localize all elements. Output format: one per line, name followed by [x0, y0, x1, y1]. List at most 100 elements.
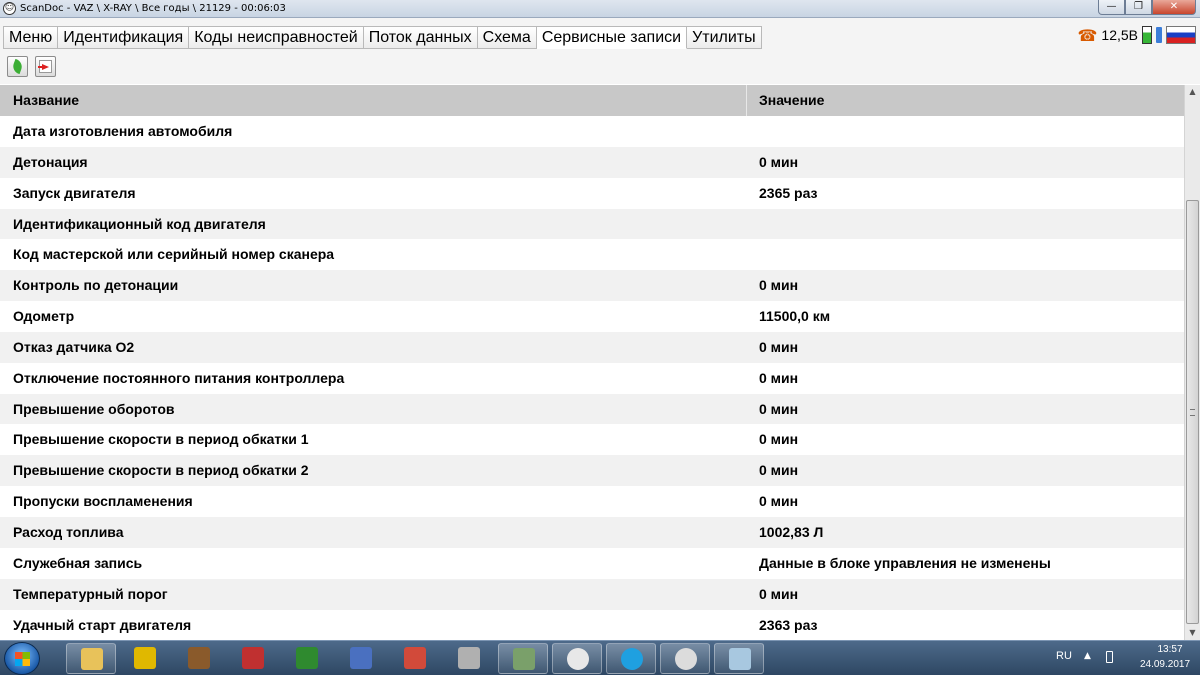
column-header-value[interactable]: Значение [747, 85, 1184, 116]
taskbar-item[interactable] [66, 643, 116, 674]
table-row[interactable]: Пропуски воспламенения 0 мин [0, 486, 1184, 517]
tab-0[interactable]: Меню [3, 26, 59, 49]
taskbar-item[interactable] [282, 643, 332, 674]
scroll-up-icon[interactable]: ▲ [1185, 85, 1200, 99]
record-value: 0 мин [759, 369, 799, 386]
tab-1[interactable]: Идентификация [58, 26, 190, 49]
record-value: 0 мин [759, 493, 799, 510]
phone-icon: ☎ [1077, 25, 1098, 45]
table-row[interactable]: Температурный порог 0 мин [0, 578, 1184, 610]
flag-ru-icon[interactable] [1166, 26, 1196, 44]
restore-button[interactable]: ❐ [1125, 0, 1152, 15]
taskbar-item[interactable] [390, 643, 440, 674]
leaf-icon [11, 58, 24, 75]
plug-icon [1156, 27, 1162, 43]
battery-icon [1142, 26, 1152, 44]
taskbar-item[interactable] [660, 643, 710, 674]
record-value: Данные в блоке управления не изменены [759, 554, 1051, 571]
taskbar-item[interactable] [228, 643, 278, 674]
record-value: 0 мин [759, 338, 799, 355]
table-row[interactable]: Детонация 0 мин [0, 146, 1184, 178]
record-value: 0 мин [759, 431, 799, 448]
tab-3[interactable]: Поток данных [363, 26, 478, 49]
taskbar-item[interactable] [336, 643, 386, 674]
vertical-scrollbar[interactable]: ▲ ▼ [1184, 85, 1200, 640]
table-row[interactable]: Расход топлива 1002,83 Л [0, 516, 1184, 548]
record-value [747, 239, 1184, 270]
explorer-icon [81, 648, 103, 670]
tray-expand-icon[interactable]: ▲ [1084, 651, 1091, 661]
skype-icon [621, 648, 643, 670]
taskbar-item[interactable] [174, 643, 224, 674]
table-row[interactable]: Служебная запись Данные в блоке управлени… [0, 547, 1184, 579]
taskbar: RU ▲ 13:57 24.09.2017 [0, 640, 1200, 675]
column-header-name[interactable]: Название [0, 85, 747, 116]
window-controls: — ❐ ✕ [1098, 0, 1196, 16]
scrollbar-thumb[interactable] [1186, 200, 1199, 624]
window-title: ScanDoc - VAZ \ X-RAY \ Все годы \ 21129… [20, 3, 286, 14]
taskbar-item[interactable] [498, 643, 548, 674]
record-name: Отключение постоянного питания контролле… [13, 369, 345, 386]
record-value: 1002,83 Л [759, 523, 824, 540]
app-icon [404, 647, 426, 669]
close-button[interactable]: ✕ [1152, 0, 1196, 15]
record-value: 11500,0 км [759, 308, 831, 325]
start-button[interactable] [4, 642, 40, 675]
refresh-button[interactable] [7, 56, 28, 77]
record-value [747, 209, 1184, 240]
table-row[interactable]: Отказ датчика O2 0 мин [0, 331, 1184, 363]
table-body: Дата изготовления автомобиля Детонация 0 м… [0, 116, 1184, 640]
status-area: ☎ 12,5В [1077, 24, 1196, 46]
sd-icon [675, 648, 697, 670]
record-name: Контроль по детонации [13, 277, 179, 294]
table-row[interactable]: Одометр 11500,0 км [0, 301, 1184, 332]
calc-icon [458, 647, 480, 669]
clock-date[interactable]: 24.09.2017 [1134, 659, 1196, 670]
tabs: Меню Идентификация Коды неисправностей Пото… [3, 26, 762, 49]
table-row[interactable]: Идентификационный код двигателя [0, 208, 1184, 240]
table-row[interactable]: Контроль по детонации 0 мин [0, 270, 1184, 302]
tab-5[interactable]: Сервисные записи [536, 26, 688, 49]
exit-button[interactable] [35, 56, 56, 77]
record-name: Пропуски воспламенения [13, 493, 193, 510]
taskbar-item[interactable] [714, 643, 764, 674]
record-name: Температурный порог [13, 585, 168, 602]
taskbar-item[interactable] [606, 643, 656, 674]
tab-2[interactable]: Коды неисправностей [189, 26, 364, 49]
record-value: 2363 раз [759, 616, 818, 633]
toolbar [0, 50, 1200, 84]
record-value: 0 мин [759, 585, 799, 602]
table-row[interactable]: Превышение скорости в период обкатки 1 0 … [0, 424, 1184, 456]
record-name: Идентификационный код двигателя [13, 215, 266, 232]
table-row[interactable]: Удачный старт двигателя 2363 раз [0, 609, 1184, 640]
record-name: Расход топлива [13, 523, 124, 540]
table-row[interactable]: Дата изготовления автомобиля [0, 116, 1184, 147]
seven-icon [296, 647, 318, 669]
record-value: 2365 раз [759, 184, 818, 201]
table-row[interactable]: Отключение постоянного питания контролле… [0, 362, 1184, 394]
scroll-down-icon[interactable]: ▼ [1185, 626, 1200, 640]
tab-4[interactable]: Схема [477, 26, 537, 49]
taskbar-item[interactable] [120, 643, 170, 674]
table-row[interactable]: Код мастерской или серийный номер сканер… [0, 239, 1184, 271]
record-name: Превышение оборотов [13, 400, 175, 417]
record-name: Одометр [13, 308, 75, 325]
record-value: 0 мин [759, 400, 799, 417]
table-row[interactable]: Запуск двигателя 2365 раз [0, 177, 1184, 209]
record-value: 0 мин [759, 462, 799, 479]
table-row[interactable]: Превышение скорости в период обкатки 2 0 … [0, 455, 1184, 487]
table-header: Название Значение [0, 85, 1184, 116]
clock-time[interactable]: 13:57 [1144, 644, 1196, 655]
record-name: Удачный старт двигателя [13, 616, 192, 633]
language-indicator[interactable]: RU [1056, 650, 1072, 662]
minimize-button[interactable]: — [1098, 0, 1125, 15]
table-row[interactable]: Превышение оборотов 0 мин [0, 393, 1184, 425]
taskbar-item[interactable] [552, 643, 602, 674]
taskbar-item[interactable] [444, 643, 494, 674]
record-name: Запуск двигателя [13, 184, 136, 201]
power-icon[interactable] [1106, 651, 1113, 663]
grip-icon [1190, 409, 1195, 416]
tab-6[interactable]: Утилиты [687, 26, 762, 49]
record-name: Код мастерской или серийный номер сканер… [13, 246, 335, 263]
book-icon [729, 648, 751, 670]
